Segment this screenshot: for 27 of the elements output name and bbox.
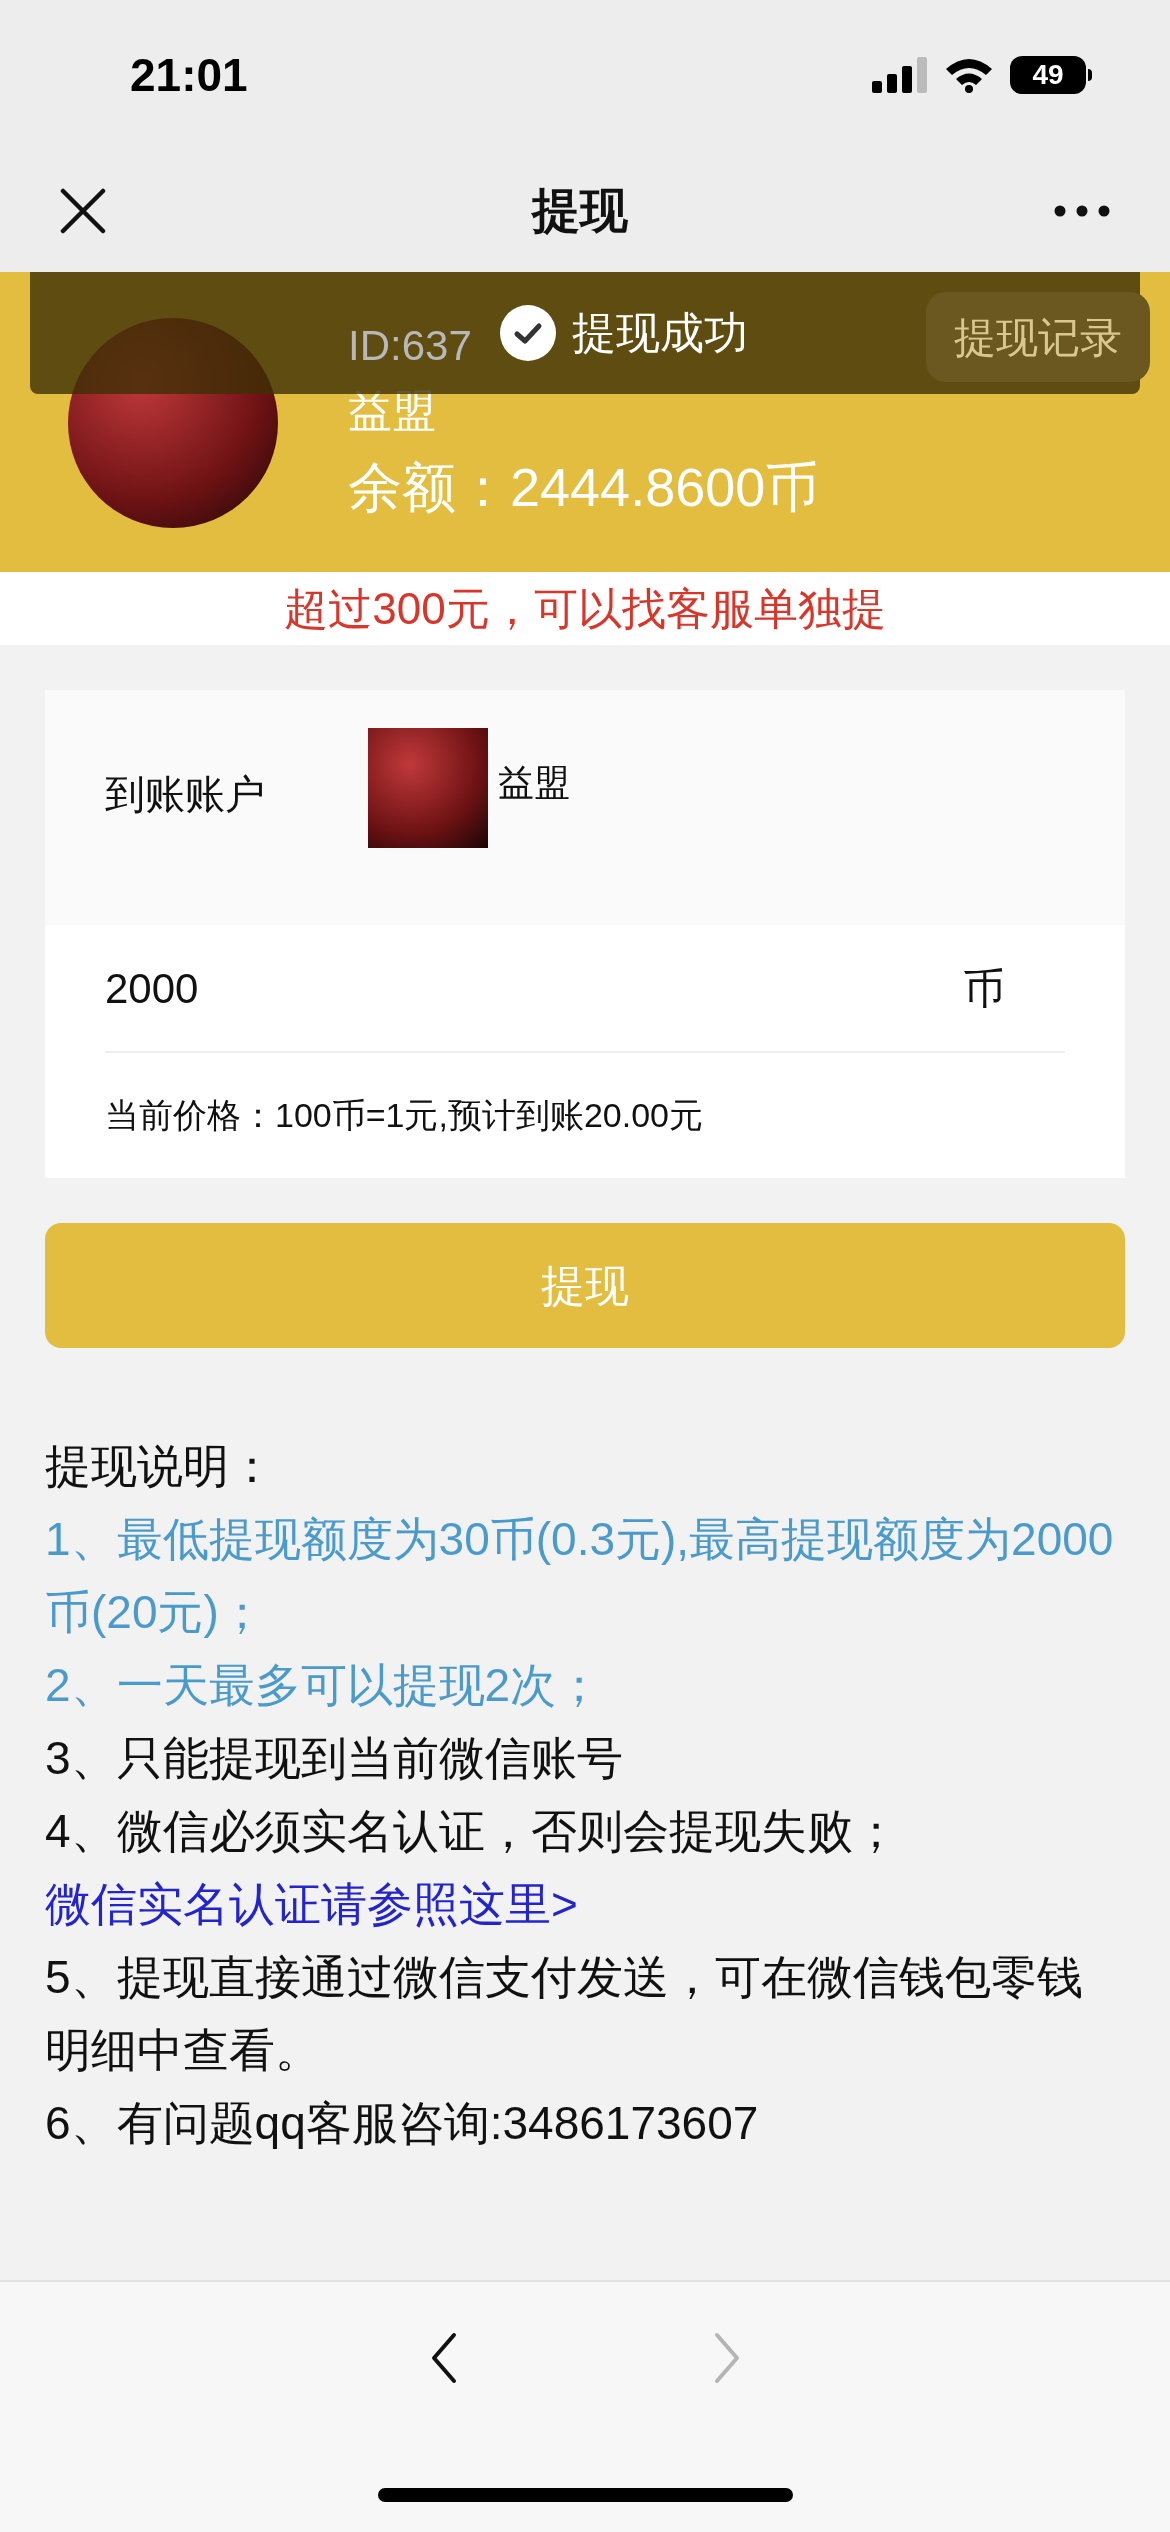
wifi-icon bbox=[944, 57, 994, 93]
account-label: 到账账户 bbox=[105, 771, 266, 818]
battery-level: 49 bbox=[1032, 58, 1064, 92]
instruction-item: 3、只能提现到当前微信账号 bbox=[45, 1731, 624, 1786]
instruction-item: 4、微信必须实名认证，否则会提现失败； 微信实名认证请参照这里> bbox=[45, 1804, 900, 1932]
more-icon[interactable] bbox=[1054, 205, 1110, 217]
check-icon bbox=[500, 305, 556, 361]
user-id: ID:637 bbox=[348, 321, 472, 371]
instructions-title: 提现说明： bbox=[45, 1439, 276, 1494]
records-button[interactable]: 提现记录 bbox=[926, 292, 1150, 382]
instruction-item: 1、最低提现额度为30币(0.3元),最高提现额度为2000币(20元)； bbox=[45, 1512, 1115, 1640]
price-note: 当前价格：100币=1元,预计到账20.00元 bbox=[105, 1095, 704, 1136]
unit-text: 币 bbox=[963, 963, 1005, 1014]
instruction-item: 5、提现直接通过微信支付发送，可在微信钱包零钱明细中查看。 bbox=[45, 1950, 1084, 2078]
instruction-item: 6、有问题qq客服咨询:3486173607 bbox=[45, 2096, 760, 2151]
signal-icon bbox=[872, 57, 928, 93]
toast-text: 提现成功 bbox=[572, 307, 748, 359]
amount-input[interactable]: 2000 bbox=[105, 956, 963, 1020]
user-name: 益盟 bbox=[348, 385, 437, 437]
account-name: 益盟 bbox=[498, 761, 570, 805]
page-title: 提现 bbox=[532, 183, 628, 239]
balance-text: 余额：2444.8600币 bbox=[348, 456, 821, 519]
close-icon[interactable] bbox=[60, 188, 106, 234]
verification-link[interactable]: 微信实名认证请参照这里> bbox=[45, 1878, 578, 1930]
notice-text: 超过300元，可以找客服单独提 bbox=[284, 582, 886, 635]
status-time: 21:01 bbox=[130, 47, 248, 103]
instruction-item: 2、一天最多可以提现2次； bbox=[45, 1658, 604, 1713]
